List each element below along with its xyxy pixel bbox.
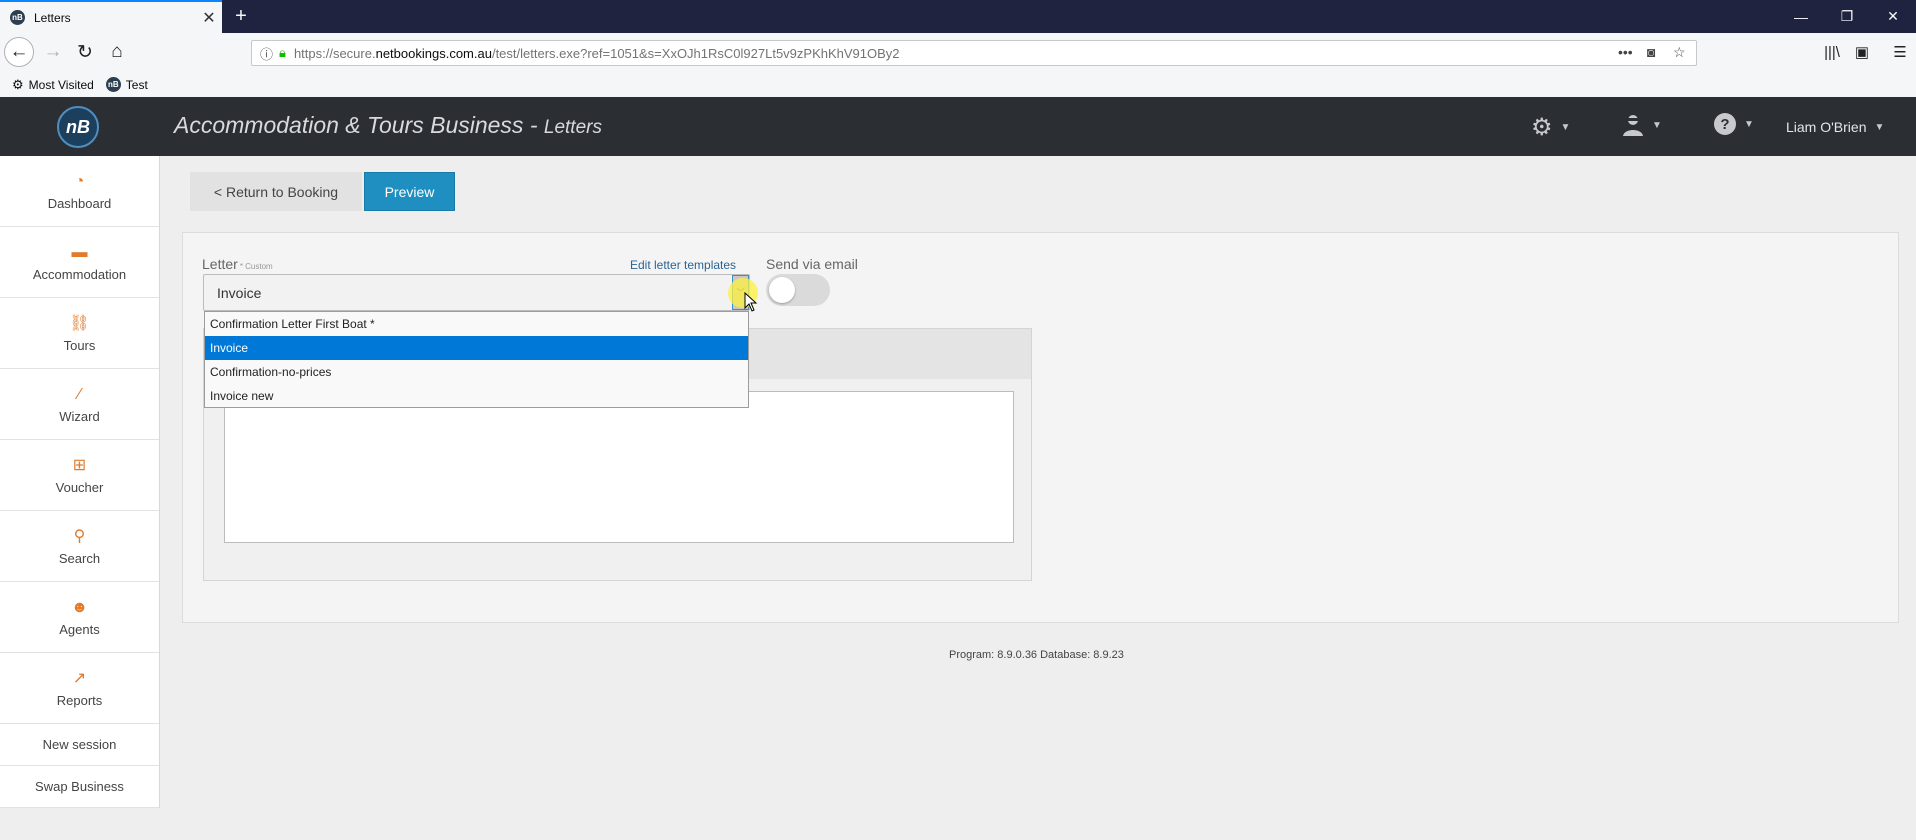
return-to-booking-button[interactable]: < Return to Booking [190,172,362,211]
logo[interactable]: nB [57,106,99,148]
help-icon: ? [1714,113,1736,135]
letter-preview-content[interactable] [224,391,1014,543]
new-tab-button[interactable]: + [228,0,254,33]
letter-dropdown-list: Confirmation Letter First Boat * Invoice… [204,311,749,408]
app-header: nB Accommodation & Tours Business - Lett… [0,97,1916,156]
new-session-link[interactable]: New session [0,724,159,766]
send-via-email-toggle[interactable] [766,274,830,306]
restore-icon[interactable]: ❐ [1824,0,1870,33]
sidebar-item-label: Tours [63,337,96,353]
bookmark-star-icon[interactable]: ☆ [1673,44,1686,61]
sidebar-item-label: Accommodation [32,266,127,282]
close-window-icon[interactable]: ✕ [1870,0,1916,33]
dropdown-option-selected[interactable]: Invoice [205,336,748,360]
tours-icon: ⛓ [69,314,90,332]
chevron-down-icon: ▼ [1560,122,1571,133]
chevron-down-icon: ▼ [1874,121,1885,133]
sidebar-item-accommodation[interactable]: ▬ Accommodation [0,227,159,298]
browser-tab-bar: nB Letters ✕ + — ❐ ✕ [0,0,1916,33]
sidebar-item-label: Voucher [55,479,104,495]
bookmark-label: Most Visited [28,77,94,92]
bed-icon: ▬ [71,243,88,261]
nb-favicon-icon: nB [105,77,121,92]
letter-select-value: Invoice [217,284,262,301]
search-icon: ⚲ [73,527,86,545]
home-icon[interactable]: ⌂ [102,37,132,67]
settings-gear-icon: ⚙ [1531,114,1553,141]
forward-arrow-icon[interactable]: → [38,37,68,67]
sidebar: ◔ Dashboard ▬ Accommodation ⛓ Tours ⁄ Wi… [0,156,160,808]
dropdown-option[interactable]: Confirmation-no-prices [205,360,748,384]
minimize-icon[interactable]: — [1778,0,1824,33]
send-via-email-label: Send via email [766,256,858,272]
bookmarks-bar: ⚙ Most Visited nB Test [0,72,1916,97]
version-info: Program: 8.9.0.36 Database: 8.9.23 [949,649,1124,661]
agent-icon: ☻ [71,598,88,616]
user-name: Liam O'Brien [1786,119,1867,135]
page-actions-icon[interactable]: ••• [1618,44,1633,60]
sidebar-item-voucher[interactable]: ⊞ Voucher [0,440,159,511]
toggle-knob [769,277,795,303]
letter-label: Letter * Custom [202,256,273,272]
sidebar-item-reports[interactable]: ↗ Reports [0,653,159,724]
page-title: Accommodation & Tours Business - Letters [174,112,602,138]
sidebar-item-search[interactable]: ⚲ Search [0,511,159,582]
library-icon[interactable]: |||\ [1817,37,1847,67]
dropdown-option[interactable]: Invoice new [205,384,748,408]
reload-icon[interactable]: ↻ [70,37,100,67]
sidebar-item-wizard[interactable]: ⁄ Wizard [0,369,159,440]
url-text: https://secure.netbookings.com.au/test/l… [293,45,900,61]
sidebar-item-agents[interactable]: ☻ Agents [0,582,159,653]
preview-button[interactable]: Preview [364,172,455,211]
sidebar-item-label: Dashboard [47,195,112,211]
agent-menu[interactable]: ▼ [1622,113,1662,137]
sidebar-item-label: Agents [59,621,100,637]
dashboard-icon: ◔ [74,172,85,190]
settings-menu[interactable]: ⚙ ▼ [1531,113,1570,142]
url-bar[interactable]: ⓘ 🔒︎ https://secure.netbookings.com.au/t… [251,40,1697,66]
lock-icon: 🔒︎ [279,45,286,60]
sidebar-item-label: Reports [56,692,103,708]
chevron-down-icon: ▼ [1652,119,1662,131]
sidebar-item-label: Wizard [59,408,100,424]
edit-letter-templates-link[interactable]: Edit letter templates [630,258,736,272]
help-menu[interactable]: ? ▼ [1714,113,1754,135]
sidebar-toggle-icon[interactable]: ▣ [1847,37,1877,67]
tab-close-icon[interactable]: ✕ [196,8,222,28]
sidebar-item-dashboard[interactable]: ◔ Dashboard [0,156,159,227]
agent-icon [1623,115,1643,136]
sidebar-item-label: Search [58,550,101,566]
chevron-down-icon: ▼ [1744,118,1754,130]
back-arrow-icon[interactable]: ← [4,37,34,67]
gear-icon: ⚙ [12,76,24,92]
user-menu[interactable]: Liam O'Brien ▼ [1786,119,1884,135]
tab-favicon-icon: nB [10,10,25,25]
chart-icon: ↗ [72,669,87,687]
info-icon[interactable]: ⓘ [260,44,273,63]
chevron-down-icon[interactable]: ﹀ [732,275,749,310]
bookmark-most-visited[interactable]: ⚙ Most Visited [12,77,94,93]
letter-select[interactable]: Invoice ﹀ [203,274,750,311]
gift-icon: ⊞ [72,456,87,474]
dropdown-option[interactable]: Confirmation Letter First Boat * [205,312,748,336]
pocket-icon[interactable]: ◙ [1647,44,1655,60]
menu-icon[interactable]: ☰ [1885,37,1915,67]
browser-nav-bar: ← → ↻ ⌂ ⓘ 🔒︎ https://secure.netbookings.… [0,33,1916,72]
sidebar-item-tours[interactable]: ⛓ Tours [0,298,159,369]
bookmark-label: Test [125,77,148,92]
browser-tab[interactable]: nB Letters ✕ [0,0,222,33]
tab-title: Letters [34,10,71,25]
wand-icon: ⁄ [78,385,81,403]
swap-business-link[interactable]: Swap Business [0,766,159,808]
bookmark-test[interactable]: nB Test [105,77,148,92]
